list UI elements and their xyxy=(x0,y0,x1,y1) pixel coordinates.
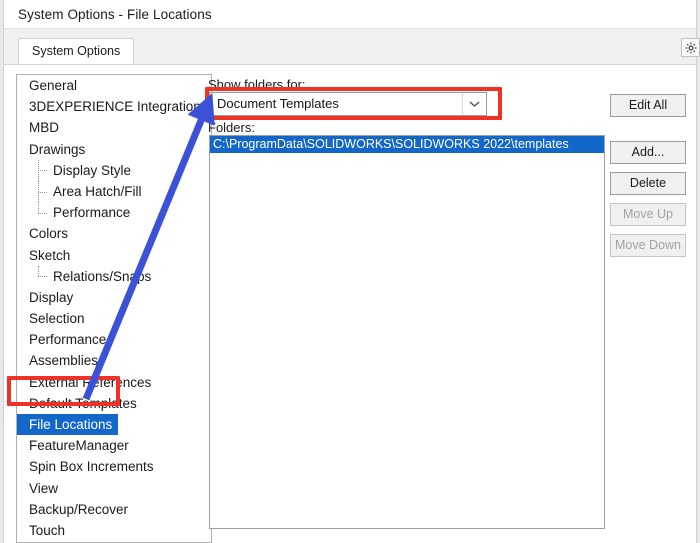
show-folders-label: Show folders for: xyxy=(208,77,306,92)
gear-icon xyxy=(684,41,698,55)
sidebar-item-performance[interactable]: Performance xyxy=(17,329,211,350)
edit-all-button[interactable]: Edit All xyxy=(610,94,686,117)
folders-label: Folders: xyxy=(208,120,255,135)
sidebar-item-performance[interactable]: Performance xyxy=(17,202,211,223)
sidebar-item-display[interactable]: Display xyxy=(17,287,211,308)
delete-button[interactable]: Delete xyxy=(610,172,686,195)
chevron-down-icon[interactable] xyxy=(462,93,486,115)
sidebar-item-mbd[interactable]: MBD xyxy=(17,117,211,138)
sidebar-item-area-hatch-fill[interactable]: Area Hatch/Fill xyxy=(17,180,211,203)
sidebar-item-backup-recover[interactable]: Backup/Recover xyxy=(17,499,211,520)
folders-list[interactable]: C:\ProgramData\SOLIDWORKS\SOLIDWORKS 202… xyxy=(209,135,605,529)
sidebar-item-external-references[interactable]: External References xyxy=(17,372,211,393)
settings-gear-button[interactable] xyxy=(681,38,700,57)
sidebar-item-relations-snaps[interactable]: Relations/Snaps xyxy=(17,265,211,287)
system-options-dialog: System Options - File Locations System O… xyxy=(0,0,700,543)
sidebar-item-file-locations[interactable]: File Locations xyxy=(17,414,119,436)
sidebar-item-assemblies[interactable]: Assemblies xyxy=(17,350,211,371)
sidebar-item-sketch[interactable]: Sketch xyxy=(17,245,211,266)
sidebar-item-touch[interactable]: Touch xyxy=(17,520,211,541)
sidebar-item-3dexperience-integration[interactable]: 3DEXPERIENCE Integration xyxy=(17,96,211,117)
sidebar-item-view[interactable]: View xyxy=(17,478,211,499)
window-title: System Options - File Locations xyxy=(18,7,212,22)
folder-type-value: Document Templates xyxy=(217,96,339,111)
sidebar-item-display-style[interactable]: Display Style xyxy=(17,159,211,182)
options-category-list[interactable]: General 3DEXPERIENCE Integration MBD Drawin… xyxy=(16,74,212,543)
window-right-edge xyxy=(696,0,700,543)
sidebar-item-drawings[interactable]: Drawings xyxy=(17,139,211,160)
move-up-button[interactable]: Move Up xyxy=(610,203,686,226)
folder-type-combobox[interactable]: Document Templates xyxy=(209,92,487,116)
sidebar-item-colors[interactable]: Colors xyxy=(17,223,211,244)
sidebar-item-general[interactable]: General xyxy=(17,75,211,96)
tab-system-options[interactable]: System Options xyxy=(18,38,135,65)
folder-path-row[interactable]: C:\ProgramData\SOLIDWORKS\SOLIDWORKS 202… xyxy=(210,136,604,153)
sidebar-item-featuremanager[interactable]: FeatureManager xyxy=(17,435,211,456)
sidebar-item-selection[interactable]: Selection xyxy=(17,308,211,329)
tab-strip: System Options xyxy=(4,29,696,65)
sidebar-item-default-templates[interactable]: Default Templates xyxy=(17,393,211,414)
add-button[interactable]: Add... xyxy=(610,141,686,164)
title-bar: System Options - File Locations xyxy=(4,0,696,29)
sidebar-item-spin-box-increments[interactable]: Spin Box Increments xyxy=(17,456,211,477)
move-down-button[interactable]: Move Down xyxy=(610,234,686,257)
